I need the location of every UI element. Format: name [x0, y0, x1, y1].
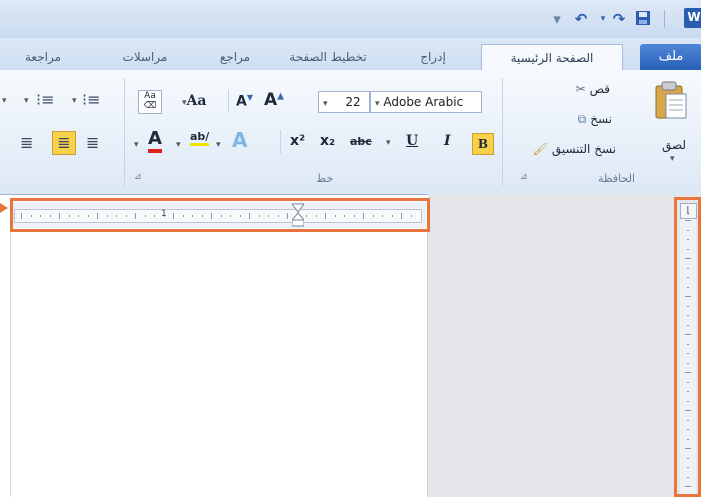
paste-icon[interactable]: [652, 80, 690, 122]
redo-icon[interactable]: ↷: [610, 10, 628, 28]
font-separator-2: [280, 130, 281, 154]
highlight-dropdown-icon[interactable]: ▾: [176, 140, 181, 150]
superscript-button[interactable]: x²: [290, 133, 305, 149]
document-page[interactable]: [10, 231, 428, 497]
paste-dropdown-icon[interactable]: ▾: [670, 154, 675, 164]
font-name-value: Adobe Arabic: [383, 95, 464, 109]
copy-label: نسخ: [590, 112, 612, 126]
numbering-dropdown-icon[interactable]: ▾: [24, 96, 29, 106]
group-separator-2: [124, 78, 125, 186]
change-case-button[interactable]: ▾Aa: [182, 93, 206, 109]
brush-icon: 🖌: [532, 142, 548, 156]
scissors-icon: ✂: [575, 82, 586, 96]
font-dropdown-icon[interactable]: ▾: [375, 99, 380, 109]
font-size-combo[interactable]: ▾ 22: [318, 91, 370, 113]
cut-label: قص: [589, 82, 610, 96]
qa-divider: [664, 10, 665, 28]
grow-font-label: A: [264, 90, 278, 110]
text-effects-icon[interactable]: A: [232, 128, 247, 152]
undo-icon[interactable]: ↶: [572, 10, 590, 28]
underline-button[interactable]: U: [406, 133, 422, 149]
tab-review[interactable]: مراجعة: [6, 44, 80, 70]
pointer-arrow-icon: [0, 203, 8, 213]
align-right-icon[interactable]: ≣: [20, 133, 33, 152]
paste-label[interactable]: لصق: [654, 138, 694, 152]
word-icon[interactable]: W: [684, 8, 701, 28]
strikethrough-button[interactable]: abc: [350, 135, 372, 148]
underline-dropdown-icon[interactable]: ▾: [386, 138, 391, 148]
highlight-icon[interactable]: ab/: [190, 130, 210, 146]
align-center-icon[interactable]: ≣: [52, 131, 76, 155]
tab-insert[interactable]: إدراج: [398, 44, 468, 70]
font-color-icon[interactable]: A: [148, 128, 162, 153]
ruler-highlight-box: [10, 198, 430, 232]
copy-button[interactable]: ⧉ نسخ: [556, 112, 612, 127]
copy-icon: ⧉: [577, 112, 587, 126]
clear-formatting-icon[interactable]: Aa ⌫: [138, 90, 162, 114]
font-separator: [228, 90, 229, 112]
grow-font-button[interactable]: A▲: [264, 90, 284, 110]
shrink-font-label: A: [236, 93, 247, 110]
multilevel-dropdown-icon[interactable]: ▾: [2, 96, 7, 106]
vertical-ruler-highlight-box: [674, 197, 701, 497]
save-icon[interactable]: [634, 10, 652, 28]
tab-home[interactable]: الصفحة الرئيسية: [481, 44, 623, 71]
ribbon-tab-row: الصفحة الرئيسية إدراج تخطيط الصفحة مراجع…: [0, 38, 701, 71]
tab-mailings[interactable]: مراسلات: [100, 44, 190, 70]
align-left-icon[interactable]: ≣: [86, 133, 99, 152]
font-name-combo[interactable]: ▾ Adobe Arabic: [370, 91, 482, 113]
bullets-dropdown-icon[interactable]: ▾: [72, 96, 77, 106]
document-background: [428, 194, 701, 497]
change-case-label: Aa: [186, 93, 207, 109]
customize-icon[interactable]: ▾: [548, 10, 566, 28]
shrink-font-button[interactable]: A▼: [236, 93, 253, 110]
format-painter-label: نسخ التنسيق: [551, 142, 616, 156]
bold-button[interactable]: B: [472, 133, 494, 155]
font-launcher-icon[interactable]: ⊿: [134, 172, 142, 182]
format-painter-button[interactable]: 🖌 نسخ التنسيق: [512, 142, 616, 156]
subscript-button[interactable]: x₂: [320, 133, 335, 149]
font-color-dropdown-icon[interactable]: ▾: [134, 140, 139, 150]
tab-references[interactable]: مراجع: [200, 44, 270, 70]
numbering-icon[interactable]: ⁝≡: [36, 90, 55, 109]
italic-button[interactable]: I: [444, 133, 458, 149]
text-effects-dropdown-icon[interactable]: ▾: [216, 140, 221, 150]
font-group-label: خط: [316, 172, 334, 185]
cut-button[interactable]: ✂ قص: [570, 82, 610, 96]
group-separator: [502, 78, 503, 186]
tab-file[interactable]: ملف: [640, 44, 701, 70]
tab-page-layout[interactable]: تخطيط الصفحة: [278, 44, 378, 70]
title-bar: ▾ ↶ ▾ ↷ W: [0, 0, 701, 39]
size-dropdown-icon[interactable]: ▾: [323, 99, 328, 109]
bullets-icon[interactable]: ⁝≡: [82, 90, 101, 109]
clipboard-group-label: الحافظة: [598, 172, 636, 185]
clipboard-launcher-icon[interactable]: ⊿: [520, 172, 528, 182]
font-size-value: 22: [345, 95, 361, 109]
